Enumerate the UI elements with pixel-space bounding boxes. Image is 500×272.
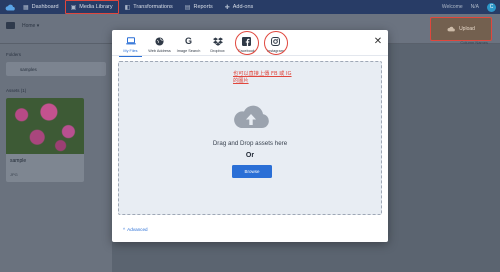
drop-instructions: Drag and Drop assets here xyxy=(212,140,288,147)
annotation-line-2: 的圖片 xyxy=(233,78,249,84)
folder-item-samples[interactable]: samples xyxy=(6,62,106,76)
upload-button[interactable]: Upload xyxy=(430,17,492,41)
tab-dropbox[interactable]: Dropbox xyxy=(203,30,232,56)
asset-meta: JPG xyxy=(10,172,18,177)
account-text: N/A xyxy=(470,4,479,10)
tab-image-search[interactable]: G Image Search xyxy=(174,30,203,56)
browse-button[interactable]: Browse xyxy=(232,165,272,178)
nav-reports[interactable]: ▤ Reports xyxy=(179,0,219,14)
asset-card[interactable]: sample JPG xyxy=(6,98,84,182)
folders-heading: Folders xyxy=(6,52,22,57)
advanced-toggle[interactable]: ^ Advanced xyxy=(123,227,148,232)
highlight-circle xyxy=(234,31,259,55)
cloud-logo-icon[interactable] xyxy=(3,0,17,14)
reports-icon: ▤ xyxy=(184,4,191,11)
nav-label: Reports xyxy=(193,4,213,10)
nav-label: Add-ons xyxy=(232,4,254,10)
tab-label: Image Search xyxy=(176,49,201,53)
topbar-account-area: Welcome N/A C xyxy=(442,0,496,14)
annotation-note: 也可以直接上傳 FB 或 IG 的圖片 xyxy=(233,71,292,85)
breadcrumb[interactable]: Home ▾ xyxy=(22,23,39,29)
tab-label: My Files xyxy=(123,49,138,53)
nav-label: Transformations xyxy=(133,4,173,10)
nav-label: Media Library xyxy=(79,4,113,10)
upload-cloud-icon xyxy=(447,26,455,32)
cloud-upload-icon xyxy=(234,105,269,128)
laptop-icon xyxy=(125,35,137,47)
highlight-circle xyxy=(263,31,288,55)
top-navigation-bar: ▦ Dashboard ▣ Media Library ◧ Transforma… xyxy=(0,0,500,14)
tab-instagram[interactable]: Instagram xyxy=(261,30,290,56)
tab-facebook[interactable]: Facebook xyxy=(232,30,261,56)
or-separator: Or xyxy=(245,152,255,159)
globe-icon xyxy=(154,35,166,47)
column-names-label[interactable]: Column Names xyxy=(460,40,488,45)
asset-thumbnail xyxy=(6,98,84,154)
close-icon[interactable]: ✕ xyxy=(373,36,383,47)
avatar[interactable]: C xyxy=(487,2,496,12)
dropbox-icon xyxy=(212,35,224,47)
welcome-text: Welcome xyxy=(441,4,463,10)
asset-name: sample xyxy=(10,158,27,164)
chevron-up-icon: ^ xyxy=(123,227,126,232)
folder-name: samples xyxy=(20,66,37,72)
transform-icon: ◧ xyxy=(124,4,131,11)
assets-heading: Assets (1) xyxy=(6,88,27,93)
nav-transformations[interactable]: ◧ Transformations xyxy=(119,0,179,14)
advanced-label: Advanced xyxy=(127,227,148,232)
google-icon: G xyxy=(184,36,192,46)
folder-icon[interactable] xyxy=(6,22,15,29)
nav-addons[interactable]: ✚ Add-ons xyxy=(219,0,260,14)
media-icon: ▣ xyxy=(70,4,77,11)
tab-label: Web Address xyxy=(148,49,171,53)
annotation-line-1: 也可以直接上傳 FB 或 IG xyxy=(233,71,292,77)
nav-media-library[interactable]: ▣ Media Library xyxy=(64,0,119,14)
drop-zone[interactable]: 也可以直接上傳 FB 或 IG 的圖片 Drag and Drop assets… xyxy=(118,61,382,215)
tab-label: Dropbox xyxy=(210,49,225,53)
tab-my-files[interactable]: My Files xyxy=(116,30,145,57)
upload-label: Upload xyxy=(459,26,475,32)
dashboard-icon: ▦ xyxy=(23,4,29,11)
tab-web-address[interactable]: Web Address xyxy=(145,30,174,56)
nav-label: Dashboard xyxy=(31,4,59,10)
source-tabs: My Files Web Address G Image Search Drop… xyxy=(112,30,388,57)
nav-dashboard[interactable]: ▦ Dashboard xyxy=(17,0,65,14)
upload-widget-modal: My Files Web Address G Image Search Drop… xyxy=(112,30,388,242)
addons-icon: ✚ xyxy=(224,4,230,11)
